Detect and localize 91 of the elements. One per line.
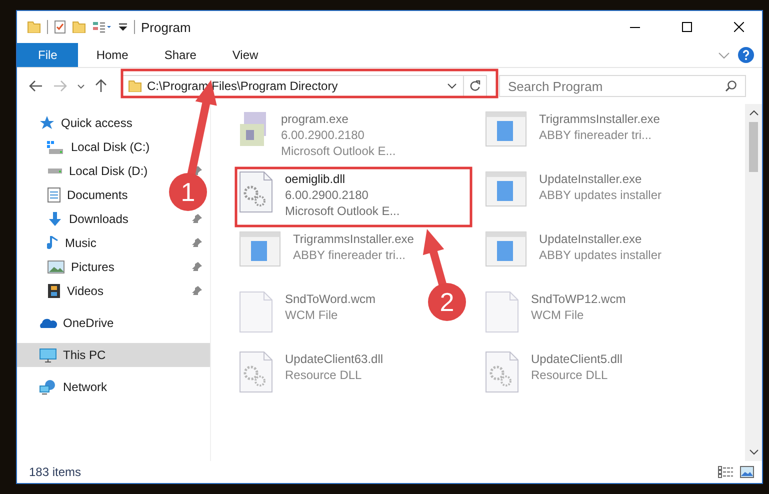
file-detail: ABBY updates installer xyxy=(539,247,662,263)
pin-icon[interactable] xyxy=(192,286,202,296)
sidebar-item[interactable]: Downloads xyxy=(17,207,210,231)
dropdown-icon[interactable] xyxy=(447,83,457,89)
scroll-up-icon[interactable] xyxy=(748,110,758,116)
ribbon-tab[interactable]: File xyxy=(17,43,78,67)
music-note-icon xyxy=(47,235,59,251)
step-number: 2 xyxy=(440,287,454,317)
scroll-thumb[interactable] xyxy=(749,122,758,172)
star-icon xyxy=(39,115,55,131)
file-detail: 6.00.2900.2180 xyxy=(281,127,366,143)
file-detail: WCM File xyxy=(531,307,585,323)
cloud-icon xyxy=(39,318,57,328)
sidebar-item[interactable]: OneDrive xyxy=(17,311,210,335)
monitor-icon xyxy=(39,348,57,362)
film-icon xyxy=(47,283,61,299)
file-detail: Resource DLL xyxy=(285,367,363,383)
window-icon xyxy=(485,171,527,207)
gear-file-icon xyxy=(239,351,273,393)
file-name[interactable]: UpdateClient63.dll xyxy=(285,351,384,367)
number-badge xyxy=(428,283,466,321)
file-name[interactable]: SndToWP12.wcm xyxy=(531,291,626,307)
file-name[interactable]: TrigrammsInstaller.exe xyxy=(539,111,660,127)
file-name[interactable]: TrigrammsInstaller.exe xyxy=(293,231,414,247)
file-detail: Microsoft Outlook E... xyxy=(281,143,396,159)
recent-locations-icon[interactable] xyxy=(77,84,85,88)
sidebar-item[interactable]: Network xyxy=(17,375,210,399)
up-icon[interactable] xyxy=(95,79,107,93)
customize-toolbar-icon[interactable] xyxy=(118,23,128,31)
ribbon-tab[interactable]: Home xyxy=(78,43,146,67)
window-icon xyxy=(239,231,281,267)
blank-file-icon xyxy=(239,291,273,333)
file-name[interactable]: UpdateClient5.dll xyxy=(531,351,622,367)
large-icons-view-icon[interactable] xyxy=(740,466,754,478)
ribbon-tab[interactable]: View xyxy=(214,43,276,67)
file-name[interactable]: UpdateInstaller.exe xyxy=(539,171,662,187)
view-options-icon[interactable] xyxy=(92,20,112,34)
drive-icon xyxy=(47,168,63,174)
file-detail: WCM File xyxy=(285,307,339,323)
sidebar-item[interactable]: Pictures xyxy=(17,255,210,279)
file-detail: ABBY updates installer xyxy=(539,187,662,203)
close-icon xyxy=(734,22,744,32)
document-icon xyxy=(47,187,61,203)
scrollbar[interactable] xyxy=(745,104,762,461)
file-detail: ABBY finereader tri... xyxy=(539,127,652,143)
refresh-icon xyxy=(469,80,481,92)
download-icon xyxy=(47,211,63,227)
file-detail: ABBY finereader tri... xyxy=(293,247,406,263)
expand-ribbon-icon[interactable] xyxy=(718,52,730,58)
sidebar-item[interactable]: Music xyxy=(17,231,210,255)
blank-file-icon xyxy=(485,291,519,333)
help-icon[interactable] xyxy=(738,47,754,63)
number-badge xyxy=(169,173,207,211)
step-number: 1 xyxy=(180,177,196,207)
sidebar-item[interactable]: This PC xyxy=(17,343,210,367)
item-count: 183 items xyxy=(29,465,82,479)
refresh-button[interactable] xyxy=(463,75,487,97)
search-field[interactable]: Search Program xyxy=(499,75,746,97)
sidebar-item[interactable]: Local Disk (C:) xyxy=(17,135,158,159)
properties-icon[interactable] xyxy=(54,20,66,34)
file-detail: Resource DLL xyxy=(531,367,609,383)
scroll-down-icon[interactable] xyxy=(748,449,758,455)
ribbon-tab[interactable]: Share xyxy=(146,43,214,67)
minimize-icon xyxy=(630,26,640,28)
window-title: Program xyxy=(141,20,191,34)
drive-icon xyxy=(47,140,65,154)
gear-file-icon xyxy=(485,351,519,393)
pictures-icon xyxy=(47,260,65,274)
program-icon xyxy=(239,111,269,147)
sidebar-item[interactable]: Documents xyxy=(17,183,136,207)
file-detail: Microsoft Outlook E... xyxy=(285,203,400,219)
search-icon[interactable] xyxy=(725,80,737,92)
window-icon xyxy=(485,111,527,147)
address-path: C:\Program Files\Program Directory xyxy=(147,79,338,93)
pin-icon[interactable] xyxy=(192,214,202,224)
back-icon[interactable] xyxy=(29,80,43,92)
details-view-icon[interactable] xyxy=(718,466,734,478)
file-name[interactable]: program.exe xyxy=(281,111,396,127)
pin-icon[interactable] xyxy=(192,238,202,248)
network-icon xyxy=(39,379,57,395)
sidebar-item[interactable]: Quick access xyxy=(17,111,210,135)
folder-icon xyxy=(128,80,142,92)
file-name[interactable]: SndToWord.wcm xyxy=(285,291,376,307)
file-name[interactable]: UpdateInstaller.exe xyxy=(539,231,662,247)
maximize-icon xyxy=(682,22,692,32)
file-detail: 6.00.2900.2180 xyxy=(285,187,370,203)
sidebar-item[interactable]: Videos xyxy=(17,279,210,303)
window-icon xyxy=(485,231,527,267)
pin-icon[interactable] xyxy=(192,262,202,272)
file-name[interactable]: oemiglib.dll xyxy=(285,171,400,187)
gear-file-icon xyxy=(239,171,273,213)
